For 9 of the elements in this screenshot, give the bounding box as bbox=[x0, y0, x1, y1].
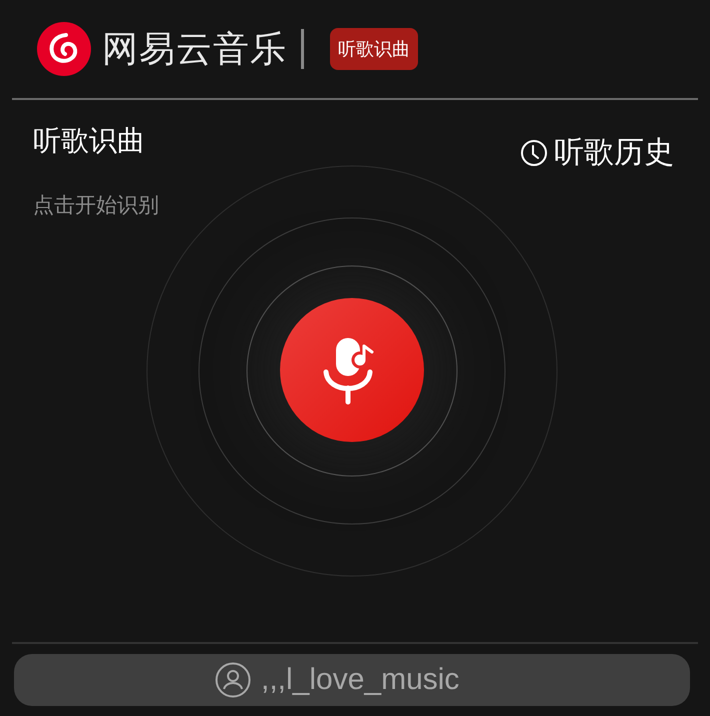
page-badge: 听歌识曲 bbox=[330, 28, 418, 70]
page-title: 听歌识曲 bbox=[33, 123, 145, 159]
brand-name: 网易云音乐 bbox=[102, 28, 287, 72]
logo-icon bbox=[36, 21, 92, 77]
clock-icon bbox=[520, 138, 548, 166]
history-button[interactable]: 听歌历史 bbox=[520, 132, 674, 173]
user-icon bbox=[215, 662, 251, 698]
page-subtitle: 点击开始识别 bbox=[33, 193, 159, 217]
user-name: ,,,l_love_music bbox=[261, 663, 460, 697]
